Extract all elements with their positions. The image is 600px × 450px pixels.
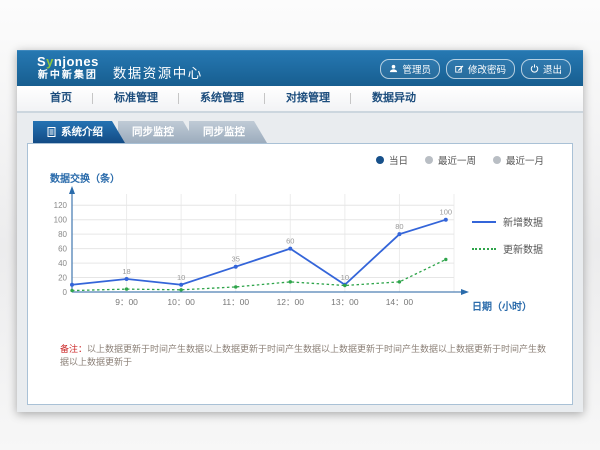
radio-dot bbox=[493, 156, 501, 164]
change-password-label: 修改密码 bbox=[468, 62, 506, 76]
filter-label: 最近一周 bbox=[438, 153, 476, 167]
user-label: 管理员 bbox=[402, 62, 431, 76]
note-text: 以上数据更新于时间产生数据以上数据更新于时间产生数据以上数据更新于时间产生数据以… bbox=[60, 344, 546, 367]
filter-radio-1[interactable]: 当日 bbox=[376, 153, 408, 167]
legend-line-sample bbox=[472, 248, 496, 250]
legend-item-1: 新增数据 bbox=[472, 214, 572, 229]
chart-legend: 新增数据更新数据 日期（小时） bbox=[472, 170, 572, 315]
line-chart: 0 20 40 60 80 100 120 9：00 10：00 11：00 12：00 13：00 1… bbox=[42, 186, 472, 316]
header-actions: 管理员 修改密码 退出 bbox=[380, 59, 571, 79]
date-filter-group: 当日 最近一周 最近一月 bbox=[376, 153, 544, 167]
nav-item-3[interactable]: 系统管理 bbox=[179, 86, 265, 111]
edit-icon bbox=[455, 64, 464, 73]
legend-line-sample bbox=[472, 221, 496, 223]
tab-2[interactable]: 同步监控 bbox=[118, 121, 196, 143]
app-header: Synjones 新中新集团 数据资源中心 管理员 修改密码 退出 bbox=[17, 50, 583, 86]
tab-1[interactable]: 系统介绍 bbox=[33, 121, 125, 143]
brand-logo: Synjones 新中新集团 bbox=[37, 55, 99, 81]
tab-bar: 系统介绍 同步监控 同步监控 bbox=[33, 121, 573, 143]
change-password-button[interactable]: 修改密码 bbox=[446, 59, 515, 79]
svg-text:100: 100 bbox=[54, 216, 68, 225]
chart-block: 数据交换（条） 0 20 40 60 80 100 120 9：00 10：00 11：00 12：… bbox=[42, 170, 472, 321]
brand-logo-subtext: 新中新集团 bbox=[37, 70, 99, 82]
document-icon bbox=[47, 127, 56, 137]
radio-dot bbox=[425, 156, 433, 164]
svg-text:80: 80 bbox=[58, 230, 67, 239]
tab-3[interactable]: 同步监控 bbox=[189, 121, 267, 143]
legend-label: 更新数据 bbox=[503, 241, 543, 256]
svg-text:14：00: 14：00 bbox=[386, 297, 414, 307]
user-button[interactable]: 管理员 bbox=[380, 59, 440, 79]
svg-text:120: 120 bbox=[54, 201, 68, 210]
svg-text:100: 100 bbox=[440, 208, 453, 217]
svg-text:60: 60 bbox=[286, 237, 294, 246]
legend-label: 新增数据 bbox=[503, 214, 543, 229]
footer-note: 备注：以上数据更新于时间产生数据以上数据更新于时间产生数据以上数据更新于时间产生… bbox=[60, 343, 554, 368]
filter-radio-2[interactable]: 最近一周 bbox=[425, 153, 476, 167]
svg-text:20: 20 bbox=[58, 274, 67, 283]
page-title: 数据资源中心 bbox=[113, 56, 203, 82]
nav-item-1[interactable]: 首页 bbox=[29, 86, 93, 111]
svg-text:10: 10 bbox=[177, 273, 185, 282]
svg-text:40: 40 bbox=[58, 259, 67, 268]
nav-item-4[interactable]: 对接管理 bbox=[265, 86, 351, 111]
svg-text:18: 18 bbox=[122, 267, 130, 276]
content-area: 系统介绍 同步监控 同步监控 当日 最近一周 最近一月 数据交换（条） 0 20 40 60 8… bbox=[17, 113, 583, 412]
brand-logo-text: Synjones bbox=[37, 55, 99, 70]
logout-button[interactable]: 退出 bbox=[521, 59, 571, 79]
filter-label: 当日 bbox=[389, 153, 408, 167]
app-page: Synjones 新中新集团 数据资源中心 管理员 修改密码 退出 首页标准管理… bbox=[17, 50, 583, 412]
tab-label: 系统介绍 bbox=[61, 121, 103, 143]
radio-dot bbox=[376, 156, 384, 164]
svg-text:35: 35 bbox=[232, 255, 240, 264]
person-icon bbox=[389, 64, 398, 73]
svg-text:9：00: 9：00 bbox=[115, 297, 138, 307]
filter-radio-3[interactable]: 最近一月 bbox=[493, 153, 544, 167]
nav-item-5[interactable]: 数据异动 bbox=[351, 86, 437, 111]
svg-text:0: 0 bbox=[63, 288, 68, 297]
system-intro-panel: 当日 最近一周 最近一月 数据交换（条） 0 20 40 60 80 100 120 9：00 10… bbox=[27, 143, 573, 405]
y-axis-label: 数据交换（条） bbox=[50, 170, 472, 185]
svg-text:80: 80 bbox=[395, 222, 403, 231]
svg-text:11：00: 11：00 bbox=[222, 297, 249, 307]
legend-item-2: 更新数据 bbox=[472, 241, 572, 256]
chart-area: 数据交换（条） 0 20 40 60 80 100 120 9：00 10：00 11：00 12：… bbox=[28, 144, 572, 321]
svg-text:10: 10 bbox=[341, 273, 349, 282]
svg-text:12：00: 12：00 bbox=[277, 297, 305, 307]
svg-text:60: 60 bbox=[58, 245, 67, 254]
tab-label: 同步监控 bbox=[132, 121, 174, 143]
svg-text:10：00: 10：00 bbox=[167, 297, 195, 307]
logout-label: 退出 bbox=[543, 62, 562, 76]
main-nav: 首页标准管理系统管理对接管理数据异动 bbox=[17, 86, 583, 113]
filter-label: 最近一月 bbox=[506, 153, 544, 167]
nav-item-2[interactable]: 标准管理 bbox=[93, 86, 179, 111]
tab-label: 同步监控 bbox=[203, 121, 245, 143]
power-icon bbox=[530, 64, 539, 73]
svg-text:13：00: 13：00 bbox=[331, 297, 359, 307]
x-axis-label: 日期（小时） bbox=[472, 298, 572, 313]
note-prefix: 备注： bbox=[60, 344, 87, 354]
